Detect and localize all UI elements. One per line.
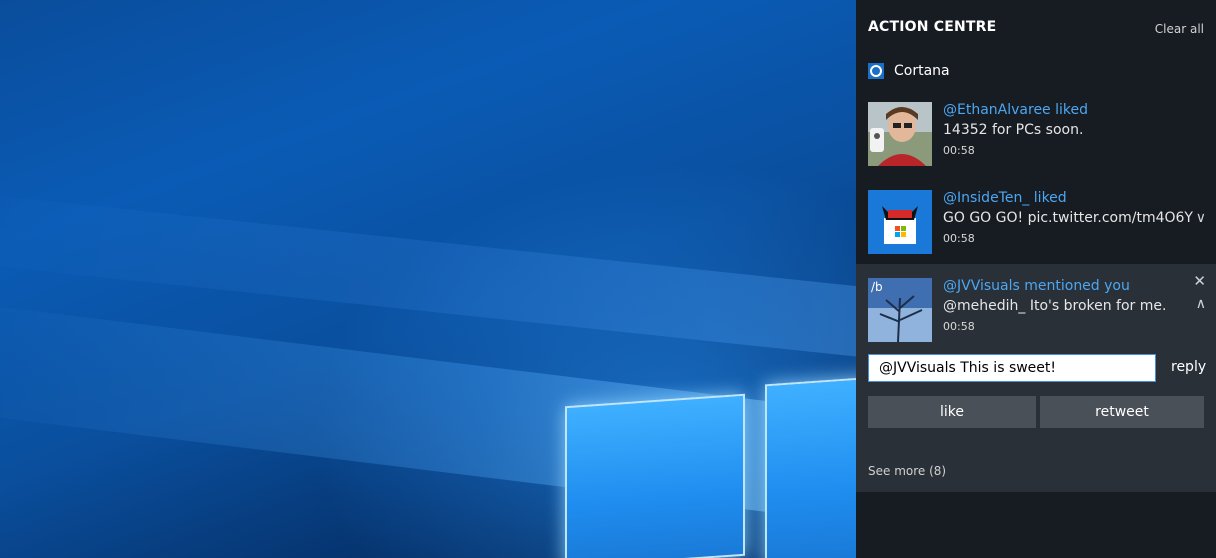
notification-body: 14352 for PCs soon. (943, 122, 1084, 138)
action-centre-title: ACTION CENTRE (868, 19, 997, 35)
notification-title: @EthanAlvaree liked (943, 102, 1089, 118)
notification-body: @mehedih_ Ito's broken for me. (943, 298, 1167, 314)
action-centre-panel: ACTION CENTRE Clear all Cortana @EthanAl… (856, 0, 1216, 558)
notification-title: @InsideTen_ liked (943, 190, 1067, 206)
notification-item-expanded[interactable]: /b @JVVisuals mentioned you @mehedih_ It… (856, 264, 1216, 492)
see-more-link[interactable]: See more (8) (868, 464, 946, 478)
chevron-down-icon[interactable]: ∨ (1196, 210, 1206, 226)
notification-time: 00:58 (943, 320, 975, 333)
windows-logo-pane (765, 375, 856, 558)
svg-text:/b: /b (871, 280, 883, 294)
reply-button[interactable]: reply (1171, 359, 1206, 375)
desktop-wallpaper (0, 0, 856, 558)
notification-item[interactable]: @EthanAlvaree liked 14352 for PCs soon. … (856, 88, 1216, 176)
reply-input[interactable] (868, 354, 1156, 382)
like-button[interactable]: like (868, 396, 1036, 428)
avatar (868, 190, 932, 254)
cortana-icon (868, 63, 884, 79)
windows-logo-pane (565, 393, 745, 558)
notification-time: 00:58 (943, 144, 975, 157)
notification-item[interactable]: @InsideTen_ liked GO GO GO! pic.twitter.… (856, 176, 1216, 264)
chevron-up-icon[interactable]: ∧ (1196, 296, 1206, 312)
notification-time: 00:58 (943, 232, 975, 245)
close-icon[interactable]: ✕ (1193, 272, 1206, 290)
notification-body: GO GO GO! pic.twitter.com/tm4O6Y (943, 210, 1193, 226)
notification-group-header[interactable]: Cortana (868, 63, 950, 79)
retweet-button[interactable]: retweet (1040, 396, 1204, 428)
notification-title: @JVVisuals mentioned you (943, 278, 1130, 294)
clear-all-button[interactable]: Clear all (1155, 22, 1204, 36)
avatar: /b (868, 278, 932, 342)
group-label: Cortana (894, 63, 950, 79)
avatar (868, 102, 932, 166)
